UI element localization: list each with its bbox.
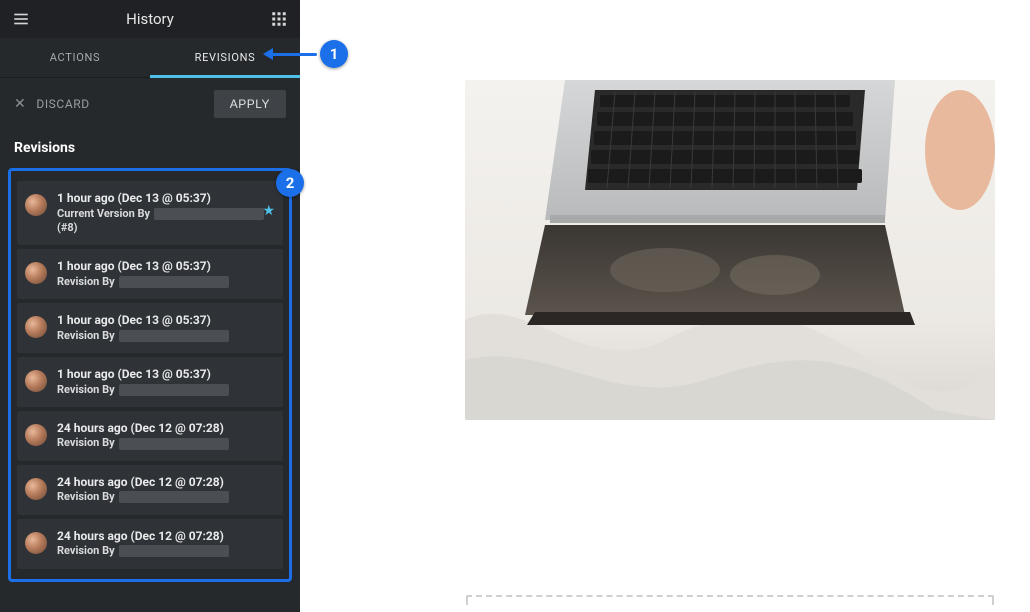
- author-redacted: [119, 276, 229, 288]
- revisions-section-title: Revisions: [0, 130, 300, 164]
- revision-author-line: Revision By: [57, 544, 275, 558]
- apply-button[interactable]: APPLY: [214, 90, 286, 118]
- revision-item[interactable]: 24 hours ago (Dec 12 @ 07:28) Revision B…: [17, 519, 283, 569]
- author-redacted: [154, 208, 264, 220]
- revision-item[interactable]: 24 hours ago (Dec 12 @ 07:28) Revision B…: [17, 411, 283, 461]
- hamburger-icon[interactable]: [10, 8, 32, 30]
- apps-grid-icon[interactable]: [268, 8, 290, 30]
- revision-timestamp: 24 hours ago (Dec 12 @ 07:28): [57, 421, 275, 437]
- panel-title: History: [32, 10, 268, 28]
- author-redacted: [119, 438, 229, 450]
- revision-item[interactable]: 1 hour ago (Dec 13 @ 05:37) Revision By: [17, 303, 283, 353]
- revision-item[interactable]: 24 hours ago (Dec 12 @ 07:28) Revision B…: [17, 465, 283, 515]
- revision-number: (#8): [57, 221, 275, 235]
- revision-text: 1 hour ago (Dec 13 @ 05:37) Revision By: [57, 259, 275, 289]
- revisions-list-highlight: 1 hour ago (Dec 13 @ 05:37) Current Vers…: [8, 168, 292, 582]
- hero-image[interactable]: [465, 80, 995, 420]
- avatar: [25, 478, 47, 500]
- avatar: [25, 370, 47, 392]
- revision-by-prefix: Revision By: [57, 490, 115, 504]
- revision-author-line: Revision By: [57, 275, 275, 289]
- close-icon: ✕: [14, 96, 26, 112]
- empty-section-placeholder[interactable]: [466, 595, 994, 605]
- revision-author-line: Revision By: [57, 383, 275, 397]
- author-redacted: [119, 330, 229, 342]
- tab-actions[interactable]: ACTIONS: [0, 38, 150, 77]
- revision-author-line: Current Version By: [57, 207, 275, 221]
- editor-canvas[interactable]: [300, 0, 1030, 612]
- revision-item[interactable]: 1 hour ago (Dec 13 @ 05:37) Revision By: [17, 357, 283, 407]
- revision-text: 1 hour ago (Dec 13 @ 05:37) Revision By: [57, 367, 275, 397]
- revision-by-prefix: Revision By: [57, 544, 115, 558]
- avatar: [25, 262, 47, 284]
- avatar: [25, 424, 47, 446]
- revision-timestamp: 1 hour ago (Dec 13 @ 05:37): [57, 313, 275, 329]
- revision-timestamp: 1 hour ago (Dec 13 @ 05:37): [57, 259, 275, 275]
- revision-item[interactable]: 1 hour ago (Dec 13 @ 05:37) Revision By: [17, 249, 283, 299]
- star-icon: ★: [262, 203, 275, 219]
- author-redacted: [119, 491, 229, 503]
- revision-by-prefix: Revision By: [57, 436, 115, 450]
- author-redacted: [119, 545, 229, 557]
- revision-timestamp: 24 hours ago (Dec 12 @ 07:28): [57, 529, 275, 545]
- revision-item[interactable]: 1 hour ago (Dec 13 @ 05:37) Current Vers…: [17, 181, 283, 245]
- annotation-arrow-1: [265, 50, 325, 58]
- history-sidebar: History ACTIONS REVISIONS ✕ DISCARD APPL…: [0, 0, 300, 612]
- revision-text: 24 hours ago (Dec 12 @ 07:28) Revision B…: [57, 529, 275, 559]
- avatar: [25, 532, 47, 554]
- revision-author-line: Revision By: [57, 329, 275, 343]
- revision-text: 1 hour ago (Dec 13 @ 05:37) Revision By: [57, 313, 275, 343]
- revision-timestamp: 24 hours ago (Dec 12 @ 07:28): [57, 475, 275, 491]
- revision-timestamp: 1 hour ago (Dec 13 @ 05:37): [57, 191, 275, 207]
- avatar: [25, 316, 47, 338]
- sidebar-header: History: [0, 0, 300, 38]
- history-tabs: ACTIONS REVISIONS: [0, 38, 300, 78]
- revision-timestamp: 1 hour ago (Dec 13 @ 05:37): [57, 367, 275, 383]
- discard-label: DISCARD: [36, 97, 89, 111]
- annotation-callout-2: 2: [276, 169, 304, 197]
- revision-text: 24 hours ago (Dec 12 @ 07:28) Revision B…: [57, 475, 275, 505]
- revision-by-prefix: Current Version By: [57, 207, 150, 221]
- author-redacted: [119, 384, 229, 396]
- revision-text: 24 hours ago (Dec 12 @ 07:28) Revision B…: [57, 421, 275, 451]
- discard-button[interactable]: ✕ DISCARD: [14, 96, 90, 112]
- revision-text: 1 hour ago (Dec 13 @ 05:37) Current Vers…: [57, 191, 275, 235]
- annotation-callout-1: 1: [320, 40, 348, 68]
- revision-by-prefix: Revision By: [57, 275, 115, 289]
- revision-by-prefix: Revision By: [57, 329, 115, 343]
- revision-by-prefix: Revision By: [57, 383, 115, 397]
- avatar: [25, 194, 47, 216]
- revision-author-line: Revision By: [57, 490, 275, 504]
- revision-author-line: Revision By: [57, 436, 275, 450]
- discard-apply-bar: ✕ DISCARD APPLY: [0, 78, 300, 130]
